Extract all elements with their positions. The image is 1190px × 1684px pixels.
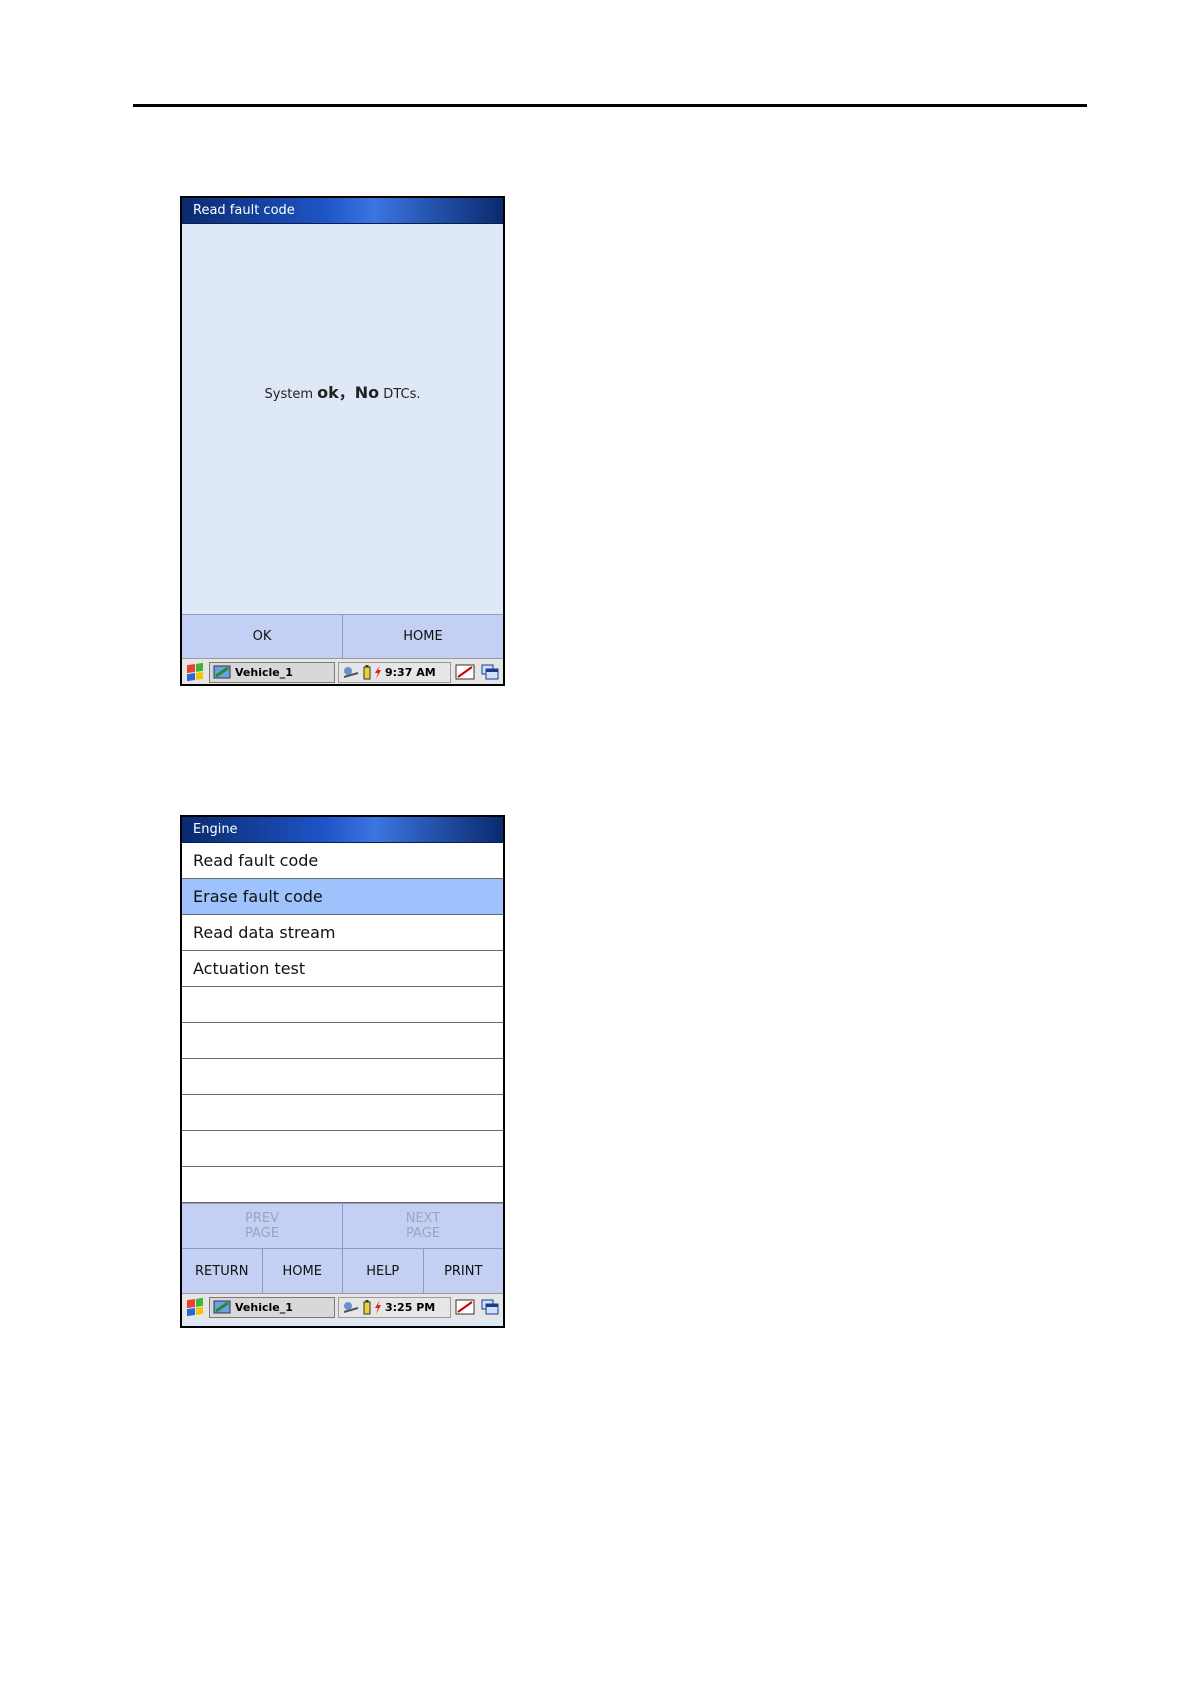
list-item[interactable] xyxy=(182,1167,503,1203)
next-page-button[interactable]: NEXT PAGE xyxy=(343,1204,503,1248)
taskbar-app-label: Vehicle_1 xyxy=(235,665,293,679)
pen-input-icon[interactable] xyxy=(454,661,476,683)
list-item[interactable] xyxy=(182,1095,503,1131)
prev-label-2: PAGE xyxy=(245,1226,279,1241)
print-button[interactable]: PRINT xyxy=(424,1249,504,1293)
home-button[interactable]: HOME xyxy=(343,615,503,658)
pen-input-icon[interactable] xyxy=(454,1296,476,1318)
connection-icon[interactable] xyxy=(342,1300,360,1314)
window-switch-icon[interactable] xyxy=(479,1296,501,1318)
vehicle-app-icon xyxy=(213,665,231,679)
system-tray: 9:37 AM xyxy=(338,661,451,683)
taskbar-app-label: Vehicle_1 xyxy=(235,1300,293,1314)
list-item[interactable] xyxy=(182,1131,503,1167)
taskbar-app-button[interactable]: Vehicle_1 xyxy=(209,1296,335,1318)
list-item-read-fault-code[interactable]: Read fault code xyxy=(182,843,503,879)
action-bar: RETURN HOME HELP PRINT xyxy=(182,1248,503,1293)
return-button[interactable]: RETURN xyxy=(182,1249,263,1293)
battery-icon[interactable] xyxy=(363,1299,371,1315)
message-ok: ok xyxy=(317,383,339,402)
windows-start-icon[interactable] xyxy=(184,1296,206,1318)
message-comma: ， xyxy=(338,383,355,402)
prev-label-1: PREV xyxy=(245,1211,279,1226)
header-rule xyxy=(133,104,1087,107)
message-text: System xyxy=(264,387,318,402)
power-icon[interactable] xyxy=(374,664,382,680)
connection-icon[interactable] xyxy=(342,665,360,679)
next-label-1: NEXT xyxy=(405,1211,441,1226)
function-list: Read fault code Erase fault code Read da… xyxy=(182,843,503,1203)
taskbar: Vehicle_1 9:37 AM xyxy=(182,658,503,684)
taskbar-app-button[interactable]: Vehicle_1 xyxy=(209,661,335,683)
message-dtcs: DTCs. xyxy=(379,387,421,402)
list-item[interactable] xyxy=(182,1023,503,1059)
list-item[interactable] xyxy=(182,1059,503,1095)
screen-engine-menu: Engine Read fault code Erase fault code … xyxy=(180,815,505,1328)
taskbar: Vehicle_1 3:25 PM xyxy=(182,1293,503,1320)
list-item-read-data-stream[interactable]: Read data stream xyxy=(182,915,503,951)
ok-button[interactable]: OK xyxy=(182,615,343,658)
result-panel: System ok，No DTCs. xyxy=(182,224,503,614)
window-title: Read fault code xyxy=(182,198,503,224)
clock[interactable]: 3:25 PM xyxy=(385,1301,435,1314)
paging-bar: PREV PAGE NEXT PAGE xyxy=(182,1203,503,1248)
windows-start-icon[interactable] xyxy=(184,661,206,683)
power-icon[interactable] xyxy=(374,1299,382,1315)
screen-read-fault-code: Read fault code System ok，No DTCs. OK HO… xyxy=(180,196,505,686)
window-title: Engine xyxy=(182,817,503,843)
action-bar: OK HOME xyxy=(182,614,503,658)
system-tray: 3:25 PM xyxy=(338,1296,451,1318)
result-message: System ok，No DTCs. xyxy=(182,379,503,403)
message-no: No xyxy=(354,383,380,402)
list-item[interactable] xyxy=(182,987,503,1023)
window-switch-icon[interactable] xyxy=(479,661,501,683)
list-item-actuation-test[interactable]: Actuation test xyxy=(182,951,503,987)
vehicle-app-icon xyxy=(213,1300,231,1314)
clock[interactable]: 9:37 AM xyxy=(385,666,436,679)
home-button[interactable]: HOME xyxy=(263,1249,343,1293)
list-item-erase-fault-code[interactable]: Erase fault code xyxy=(182,879,503,915)
help-button[interactable]: HELP xyxy=(343,1249,424,1293)
next-label-2: PAGE xyxy=(406,1226,440,1241)
prev-page-button[interactable]: PREV PAGE xyxy=(182,1204,343,1248)
battery-icon[interactable] xyxy=(363,664,371,680)
